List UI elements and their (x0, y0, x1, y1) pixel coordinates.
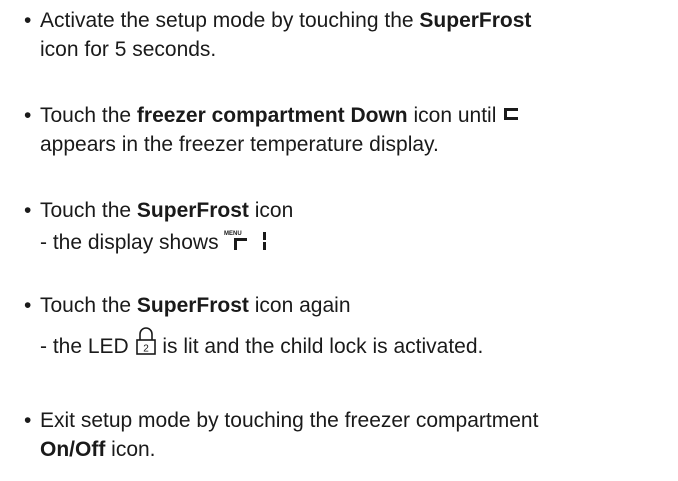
bullet: • (24, 9, 32, 32)
bullet: • (24, 294, 32, 317)
step-3-line-1: Touch the SuperFrost icon (40, 199, 294, 222)
step-3: • Touch the SuperFrost icon - the displa… (0, 196, 678, 266)
step-4-sub: - the LED 2 is lit and the child lock is… (40, 327, 483, 361)
child-lock-led-icon: 2 (135, 327, 156, 356)
display-c-icon (504, 108, 519, 121)
step-5: • Exit setup mode by touching the freeze… (0, 406, 678, 466)
step-2-line-1: Touch the freezer compartment Down icon … (40, 101, 519, 130)
lock-digit: 2 (143, 344, 149, 355)
step-1: • Activate the setup mode by touching th… (0, 6, 678, 66)
step-2-line-2: appears in the freezer temperature displ… (40, 133, 439, 156)
step-5-line-1: Exit setup mode by touching the freezer … (40, 409, 539, 432)
menu-label: MENU (224, 231, 242, 237)
step-3-sub: - the display shows MENU (40, 228, 280, 257)
step-4-line-1: Touch the SuperFrost icon again (40, 294, 351, 317)
step-2: • Touch the freezer compartment Down ico… (0, 101, 678, 161)
bullet: • (24, 409, 32, 432)
step-5-line-2: On/Off icon. (40, 438, 156, 461)
step-4: • Touch the SuperFrost icon again - the … (0, 291, 678, 371)
bullet: • (24, 199, 32, 222)
step-1-line-1: Activate the setup mode by touching the … (40, 9, 532, 32)
bullet: • (24, 104, 32, 127)
menu-c1-display-icon: MENU (224, 231, 267, 251)
step-1-line-2: icon for 5 seconds. (40, 38, 217, 61)
